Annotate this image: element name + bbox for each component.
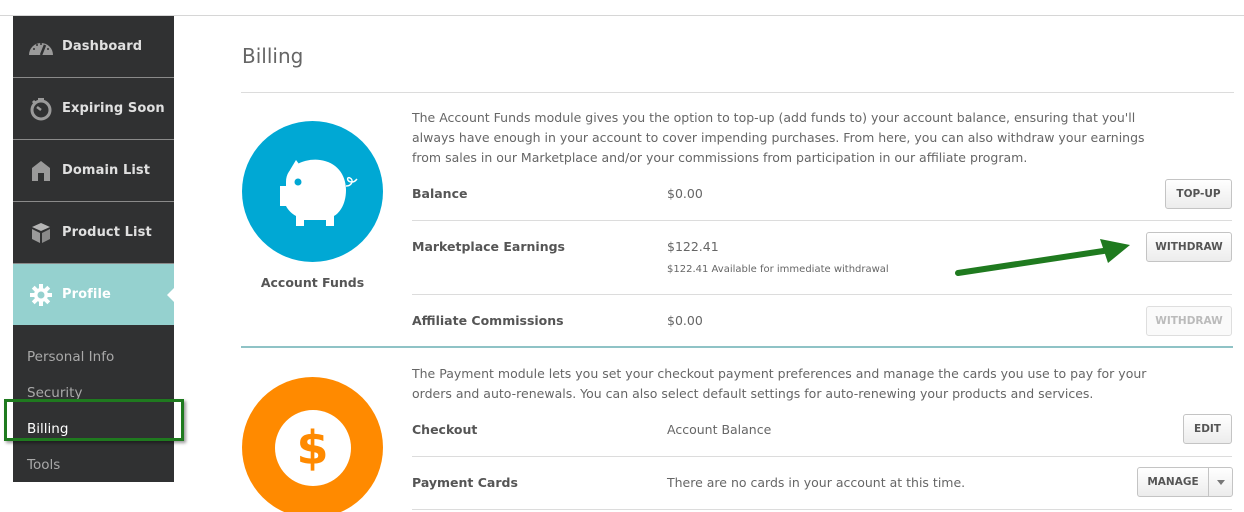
caret-down-icon — [1216, 479, 1225, 485]
withdraw-marketplace-button[interactable]: WITHDRAW — [1146, 232, 1232, 262]
manage-dropdown-toggle[interactable] — [1209, 468, 1232, 496]
payment-icon: $ — [242, 377, 383, 512]
house-icon — [28, 158, 54, 184]
row-divider — [412, 294, 1232, 295]
top-divider — [0, 15, 1244, 16]
annotation-arrow-icon — [955, 239, 1130, 276]
payment-cards-label: Payment Cards — [412, 475, 518, 490]
dashboard-gauge-icon — [28, 34, 54, 60]
row-divider — [412, 220, 1232, 221]
top-up-button[interactable]: TOP-UP — [1165, 179, 1232, 209]
edit-checkout-button[interactable]: EDIT — [1183, 414, 1232, 444]
stopwatch-icon — [28, 96, 54, 122]
submenu-item-personal-info[interactable]: Personal Info — [13, 339, 174, 375]
sidebar: Dashboard Expiring Soon Domain List Prod… — [13, 16, 174, 482]
affiliate-commissions-label: Affiliate Commissions — [412, 313, 564, 328]
sidebar-item-profile[interactable]: Profile — [13, 264, 174, 325]
sidebar-item-domain-list[interactable]: Domain List — [13, 140, 174, 202]
sidebar-item-product-list[interactable]: Product List — [13, 202, 174, 264]
account-funds-caption: Account Funds — [260, 275, 365, 290]
manage-cards-split-button: MANAGE — [1137, 467, 1233, 497]
sidebar-item-dashboard[interactable]: Dashboard — [13, 16, 174, 78]
page-title: Billing — [242, 44, 304, 68]
affiliate-commissions-value: $0.00 — [667, 313, 703, 328]
title-divider — [241, 92, 1234, 93]
dollar-sign-icon: $ — [274, 409, 351, 486]
checkout-label: Checkout — [412, 422, 478, 437]
sidebar-item-label: Profile — [62, 287, 111, 302]
sidebar-item-label: Product List — [62, 225, 152, 240]
sidebar-item-label: Domain List — [62, 163, 151, 178]
row-divider — [412, 456, 1232, 457]
sidebar-item-expiring-soon[interactable]: Expiring Soon — [13, 78, 174, 140]
submenu-item-tools[interactable]: Tools — [13, 447, 174, 483]
payment-cards-value: There are no cards in your account at th… — [667, 475, 966, 490]
submenu-item-security[interactable]: Security — [13, 375, 174, 411]
manage-cards-button[interactable]: MANAGE — [1138, 468, 1209, 496]
gear-icon — [28, 282, 54, 308]
balance-value: $0.00 — [667, 186, 703, 201]
payment-description: The Payment module lets you set your che… — [412, 366, 1147, 401]
balance-label: Balance — [412, 186, 468, 201]
marketplace-earnings-value: $122.41 — [667, 239, 719, 254]
marketplace-earnings-label: Marketplace Earnings — [412, 239, 565, 254]
account-funds-description: The Account Funds module gives you the o… — [412, 110, 1145, 165]
sidebar-item-label: Dashboard — [62, 39, 143, 54]
checkout-value: Account Balance — [667, 422, 772, 437]
module-divider — [241, 346, 1233, 348]
marketplace-earnings-available: $122.41 Available for immediate withdraw… — [667, 264, 889, 275]
piggy-bank-icon — [279, 159, 358, 226]
account-funds-icon — [242, 121, 383, 262]
row-divider — [412, 509, 1232, 510]
withdraw-affiliate-button[interactable]: WITHDRAW — [1146, 306, 1232, 336]
sidebar-item-label: Expiring Soon — [62, 101, 165, 116]
box-icon — [28, 220, 54, 246]
profile-submenu: Personal Info Security Billing Tools — [13, 325, 174, 483]
submenu-item-billing[interactable]: Billing — [13, 411, 174, 447]
